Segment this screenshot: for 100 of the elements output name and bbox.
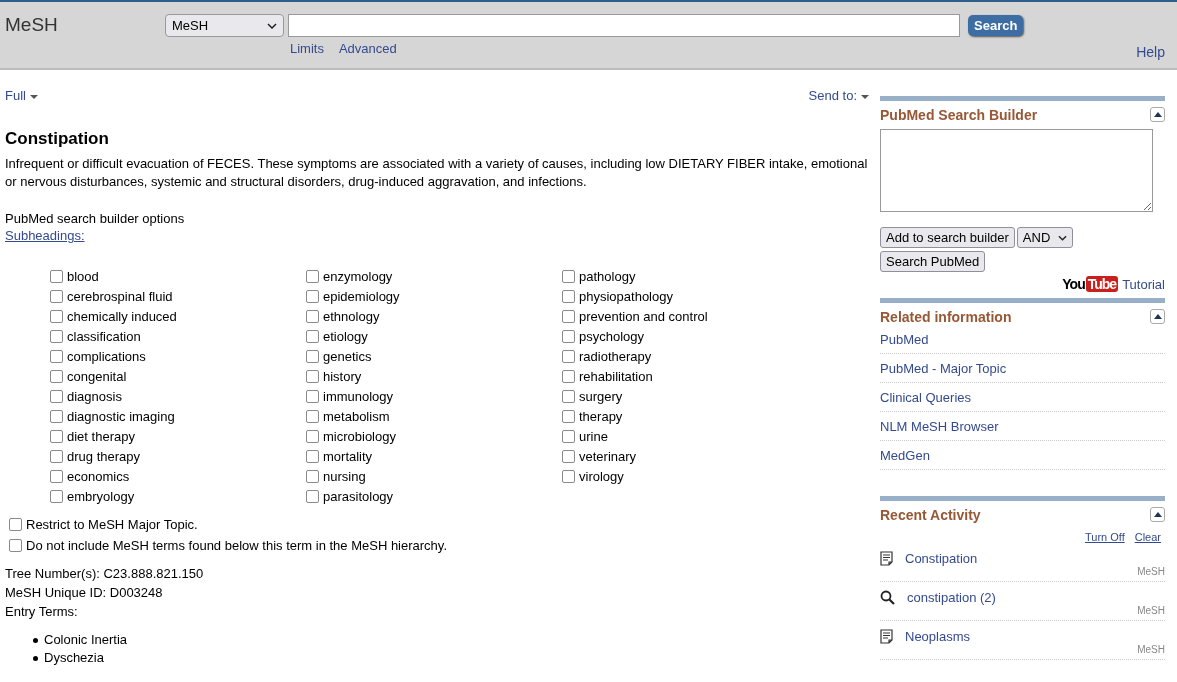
checkbox[interactable] bbox=[50, 309, 63, 323]
checkbox-label: cerebrospinal fluid bbox=[67, 288, 173, 304]
checkbox[interactable] bbox=[562, 389, 575, 403]
related-link[interactable]: Clinical Queries bbox=[880, 383, 1165, 412]
checkbox[interactable] bbox=[50, 289, 63, 303]
checkbox[interactable] bbox=[562, 449, 575, 463]
checkbox[interactable] bbox=[306, 329, 319, 343]
checkbox-label: blood bbox=[67, 268, 99, 284]
checkbox-label: immunology bbox=[323, 388, 394, 404]
checkbox[interactable] bbox=[306, 349, 319, 363]
checkbox-label: virology bbox=[579, 468, 624, 484]
checkbox-label: psychology bbox=[579, 328, 645, 344]
video-logo: You Tube bbox=[1062, 276, 1119, 292]
document-icon bbox=[880, 551, 893, 566]
checkbox[interactable] bbox=[50, 469, 63, 483]
detail-text: Tree Number(s): C23.888.821.150 bbox=[5, 565, 205, 583]
search-pubmed-button[interactable]: Search PubMed bbox=[880, 251, 986, 272]
activity-link[interactable]: Neoplasms bbox=[905, 629, 971, 644]
checkbox[interactable] bbox=[562, 469, 575, 483]
checkbox[interactable] bbox=[50, 269, 63, 283]
checkbox[interactable] bbox=[50, 329, 63, 343]
checkbox[interactable] bbox=[50, 349, 63, 363]
checkbox[interactable] bbox=[306, 429, 319, 443]
checkbox[interactable] bbox=[562, 289, 575, 303]
site-title: MeSH bbox=[5, 14, 59, 37]
checkbox-label: chemically induced bbox=[67, 308, 177, 324]
checkbox[interactable] bbox=[562, 349, 575, 363]
bullet-icon bbox=[33, 637, 38, 643]
chevron-down-icon bbox=[1058, 234, 1068, 241]
checkbox-label: drug therapy bbox=[67, 448, 140, 464]
activity-action-link[interactable]: Clear bbox=[1134, 531, 1161, 543]
send-to-menu[interactable]: Send to: bbox=[808, 88, 869, 103]
collapse-button[interactable] bbox=[1150, 107, 1165, 122]
related-link[interactable]: NLM MeSH Browser bbox=[880, 412, 1165, 441]
checkbox-label: embryology bbox=[67, 488, 135, 504]
document-icon bbox=[880, 629, 893, 644]
tutorial-link[interactable]: Tutorial bbox=[1122, 276, 1165, 292]
search-button[interactable]: Search bbox=[968, 15, 1024, 36]
panel-title: PubMed Search Builder bbox=[880, 107, 1038, 123]
checkbox[interactable] bbox=[50, 429, 63, 443]
database-select[interactable]: MeSH bbox=[165, 14, 284, 37]
add-button[interactable]: Add to search builder bbox=[880, 227, 1015, 248]
checkbox[interactable] bbox=[50, 449, 63, 463]
collapse-button[interactable] bbox=[1150, 309, 1165, 324]
entry-term: Colonic Inertia bbox=[44, 631, 128, 649]
activity-link[interactable]: Constipation bbox=[905, 551, 978, 566]
checkbox[interactable] bbox=[306, 369, 319, 383]
checkbox-label: diagnosis bbox=[67, 388, 122, 404]
checkbox[interactable] bbox=[306, 409, 319, 423]
related-link[interactable]: PubMed bbox=[880, 325, 1165, 354]
detail-text: Entry Terms: bbox=[5, 603, 79, 621]
checkbox-label: classification bbox=[67, 328, 141, 344]
checkbox[interactable] bbox=[50, 369, 63, 383]
header-link[interactable]: Advanced bbox=[338, 41, 397, 56]
checkbox-label: physiopathology bbox=[579, 288, 673, 304]
checkbox[interactable] bbox=[562, 309, 575, 323]
checkbox-label: prevention and control bbox=[579, 308, 708, 324]
checkbox-label: history bbox=[323, 368, 362, 384]
activity-link[interactable]: constipation (2) bbox=[907, 590, 996, 605]
checkbox[interactable] bbox=[306, 389, 319, 403]
search-builder-field[interactable] bbox=[880, 129, 1153, 212]
help-link[interactable]: Help bbox=[1136, 44, 1165, 60]
subheadings-link[interactable]: Subheadings: bbox=[5, 228, 85, 243]
checkbox[interactable] bbox=[306, 269, 319, 283]
checkbox[interactable] bbox=[306, 469, 319, 483]
search-icon bbox=[880, 590, 895, 605]
header-link[interactable]: Limits bbox=[290, 41, 324, 56]
checkbox[interactable] bbox=[50, 489, 63, 503]
checkbox[interactable] bbox=[50, 389, 63, 403]
checkbox-label: therapy bbox=[579, 408, 623, 424]
checkbox-label: congenital bbox=[67, 368, 127, 384]
checkbox-label: enzymology bbox=[323, 268, 393, 284]
format-menu[interactable]: Full bbox=[5, 88, 38, 103]
checkbox-label: mortality bbox=[323, 448, 373, 464]
checkbox-label: rehabilitation bbox=[579, 368, 653, 384]
checkbox-label: nursing bbox=[323, 468, 366, 484]
checkbox[interactable] bbox=[562, 409, 575, 423]
operator-select[interactable]: AND bbox=[1016, 227, 1074, 248]
triangle-up-icon bbox=[1153, 512, 1162, 517]
checkbox[interactable] bbox=[9, 518, 22, 531]
checkbox[interactable] bbox=[562, 269, 575, 283]
search-field[interactable] bbox=[288, 14, 960, 37]
activity-action-link[interactable]: Turn Off bbox=[1084, 531, 1125, 543]
checkbox[interactable] bbox=[306, 309, 319, 323]
activity-source: MeSH bbox=[1136, 605, 1165, 616]
checkbox-label: diet therapy bbox=[67, 428, 135, 444]
triangle-up-icon bbox=[1153, 112, 1162, 117]
checkbox[interactable] bbox=[306, 449, 319, 463]
checkbox[interactable] bbox=[9, 539, 22, 552]
checkbox-label: epidemiology bbox=[323, 288, 400, 304]
checkbox-label: urine bbox=[579, 428, 608, 444]
checkbox[interactable] bbox=[306, 289, 319, 303]
checkbox[interactable] bbox=[306, 489, 319, 503]
related-link[interactable]: PubMed - Major Topic bbox=[880, 354, 1165, 383]
checkbox[interactable] bbox=[562, 429, 575, 443]
checkbox[interactable] bbox=[562, 329, 575, 343]
checkbox[interactable] bbox=[562, 369, 575, 383]
related-link[interactable]: MedGen bbox=[880, 441, 1165, 470]
collapse-button[interactable] bbox=[1150, 507, 1165, 522]
checkbox[interactable] bbox=[50, 409, 63, 423]
